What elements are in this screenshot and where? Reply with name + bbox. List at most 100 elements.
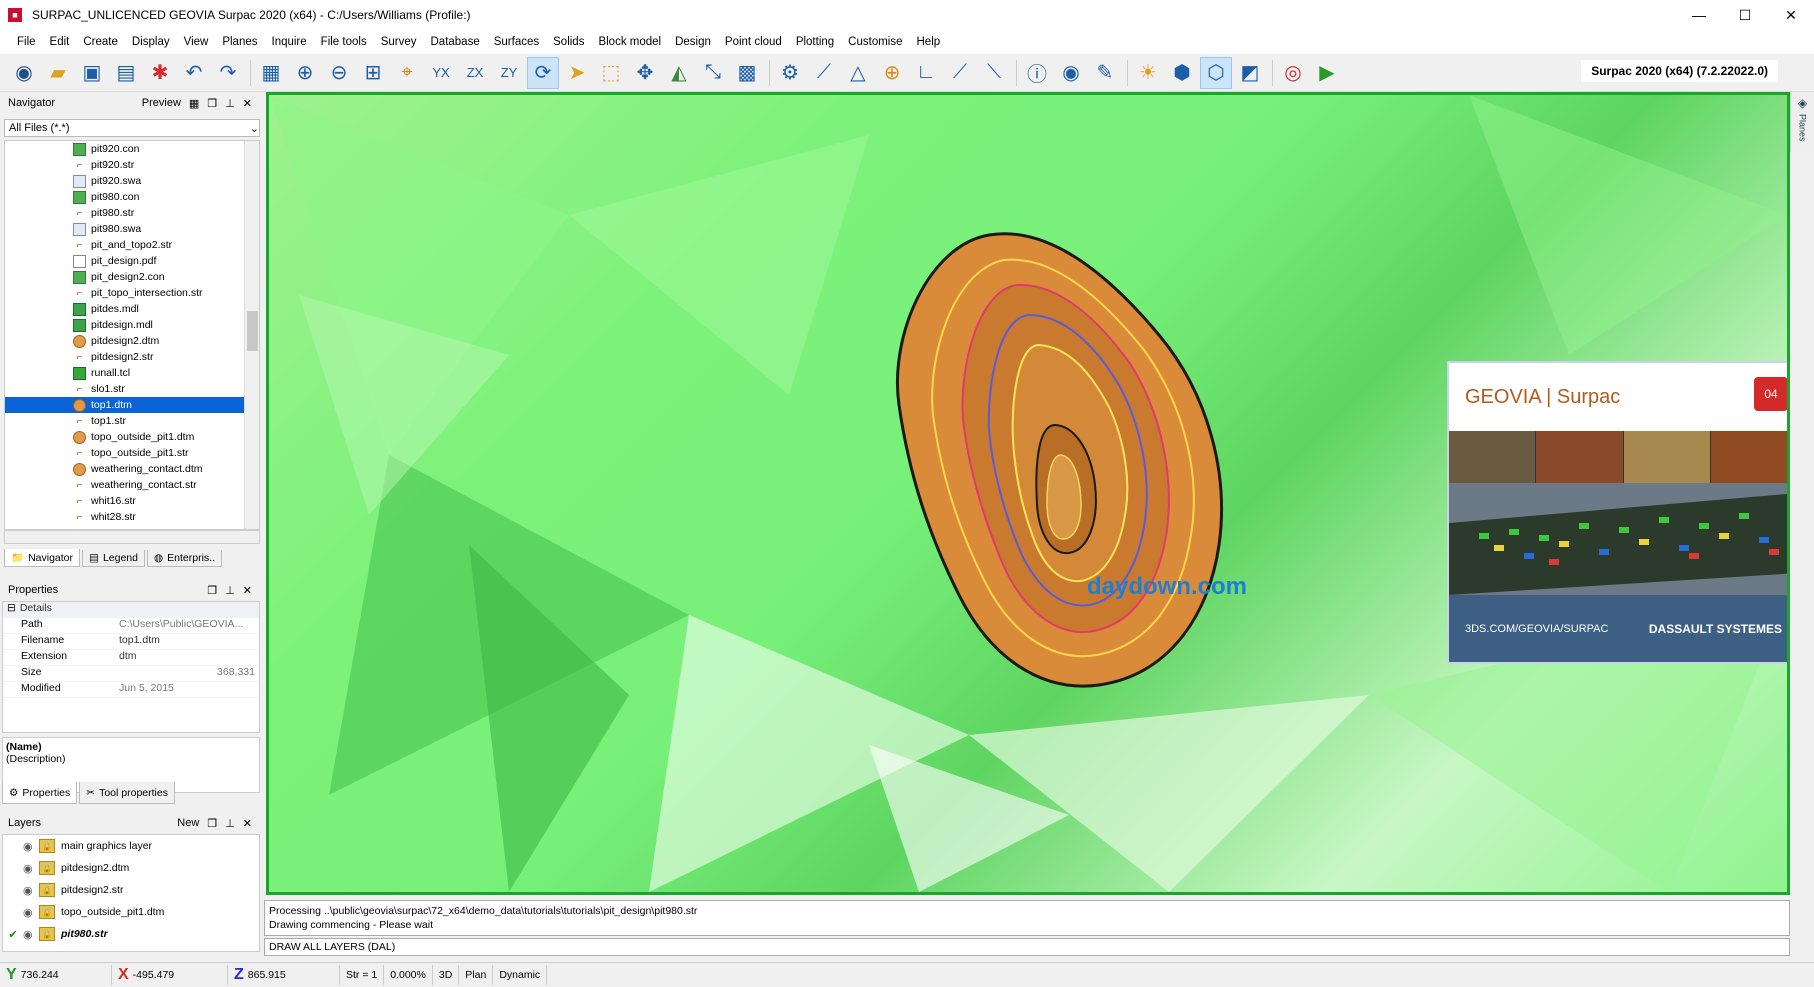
record-icon[interactable]: ◎: [1277, 57, 1309, 89]
menu-database[interactable]: Database: [424, 36, 487, 48]
file-item[interactable]: pitdesign.mdl: [5, 317, 259, 333]
terrain-icon[interactable]: ◭: [663, 57, 695, 89]
pin-icon[interactable]: ⊥: [225, 817, 235, 830]
bearing-icon[interactable]: ⟋: [944, 57, 976, 89]
file-item[interactable]: pit_design.pdf: [5, 253, 259, 269]
select-pointer-icon[interactable]: ➤: [561, 57, 593, 89]
details-section[interactable]: ⊟ Details: [3, 602, 259, 618]
menu-point-cloud[interactable]: Point cloud: [718, 36, 789, 48]
section-icon[interactable]: ◩: [1234, 57, 1266, 89]
mode-3d[interactable]: 3D: [433, 965, 460, 985]
file-item[interactable]: ⌐ slo1.str: [5, 381, 259, 397]
planes-sidebar[interactable]: ◈ Planes: [1790, 92, 1814, 152]
file-item[interactable]: pit_design2.con: [5, 269, 259, 285]
print-icon[interactable]: ▤: [110, 57, 142, 89]
preview-label[interactable]: Preview: [142, 97, 181, 110]
lock-icon[interactable]: 🔒: [39, 839, 55, 853]
menu-survey[interactable]: Survey: [374, 36, 424, 48]
float-icon[interactable]: ❐: [207, 97, 217, 110]
file-item[interactable]: runall.tcl: [5, 365, 259, 381]
light-icon[interactable]: ☀: [1132, 57, 1164, 89]
file-item[interactable]: ⌐ pit980.str: [5, 205, 259, 221]
layer-item[interactable]: ◉ 🔒 main graphics layer: [3, 835, 259, 857]
reset-graphics-icon[interactable]: ✱: [144, 57, 176, 89]
close-panel-icon[interactable]: ✕: [243, 817, 252, 830]
play-icon[interactable]: ▶: [1311, 57, 1343, 89]
view-icon[interactable]: ◉: [1055, 57, 1087, 89]
minimize-button[interactable]: —: [1676, 0, 1722, 30]
undo-icon[interactable]: ↶: [178, 57, 210, 89]
solid-icon[interactable]: ⬢: [1166, 57, 1198, 89]
command-line[interactable]: DRAW ALL LAYERS (DAL): [264, 938, 1790, 956]
settings-icon[interactable]: ⚙: [774, 57, 806, 89]
box-select-icon[interactable]: ⬚: [595, 57, 627, 89]
file-item[interactable]: pit980.swa: [5, 221, 259, 237]
visibility-eye-icon[interactable]: ◉: [23, 928, 37, 941]
lock-icon[interactable]: 🔒: [39, 927, 55, 941]
float-icon[interactable]: ❐: [207, 817, 217, 830]
zoom-in-icon[interactable]: ⊕: [289, 57, 321, 89]
dynamic-mode[interactable]: Dynamic: [493, 965, 548, 985]
preview-icon[interactable]: ▦: [189, 97, 199, 110]
menu-inquire[interactable]: Inquire: [265, 36, 314, 48]
active-check-icon[interactable]: ✔: [7, 928, 19, 941]
wireframe-icon[interactable]: ⬡: [1200, 56, 1232, 89]
menu-file[interactable]: File: [10, 36, 43, 48]
file-item[interactable]: pit920.swa: [5, 173, 259, 189]
horizontal-scrollbar[interactable]: [4, 530, 260, 544]
file-list[interactable]: pit920.con ⌐ pit920.str pit920.swa pit980.co…: [4, 140, 260, 530]
digitise-icon[interactable]: ⟋: [808, 57, 840, 89]
menu-planes[interactable]: Planes: [215, 36, 264, 48]
file-item[interactable]: ⌐ top1.str: [5, 413, 259, 429]
file-item[interactable]: weathering_contact.dtm: [5, 461, 259, 477]
run-macro-icon[interactable]: ◉: [8, 57, 40, 89]
menu-edit[interactable]: Edit: [43, 36, 77, 48]
file-item[interactable]: pitdes.mdl: [5, 301, 259, 317]
layer-item[interactable]: ◉ 🔒 pitdesign2.str: [3, 879, 259, 901]
active-check-icon[interactable]: [7, 884, 19, 896]
menu-help[interactable]: Help: [910, 36, 948, 48]
menu-view[interactable]: View: [177, 36, 216, 48]
close-panel-icon[interactable]: ✕: [243, 97, 252, 110]
table-icon[interactable]: ▩: [731, 57, 763, 89]
angle-icon[interactable]: ∟: [910, 57, 942, 89]
tab-properties[interactable]: ⚙ Properties: [2, 782, 78, 804]
layer-item[interactable]: ✔ ◉ 🔒 pit980.str: [3, 923, 259, 945]
file-item[interactable]: ⌐ topo_outside_pit1.str: [5, 445, 259, 461]
float-icon[interactable]: ❐: [207, 584, 217, 597]
menu-design[interactable]: Design: [668, 36, 718, 48]
visibility-eye-icon[interactable]: ◉: [23, 840, 37, 853]
visibility-eye-icon[interactable]: ◉: [23, 862, 37, 875]
rotate-zy-icon[interactable]: ZY: [493, 57, 525, 89]
grid-icon[interactable]: ▦: [255, 57, 287, 89]
maximize-button[interactable]: ☐: [1722, 0, 1768, 30]
new-layer-button[interactable]: New: [177, 817, 199, 830]
file-item[interactable]: ⌐ whit16.str: [5, 493, 259, 509]
info-icon[interactable]: ⓘ: [1021, 57, 1053, 89]
file-item[interactable]: ⌐ pit_and_topo2.str: [5, 237, 259, 253]
file-item[interactable]: pit920.con: [5, 141, 259, 157]
scroll-thumb[interactable]: [247, 311, 258, 351]
close-button[interactable]: ✕: [1768, 0, 1814, 30]
tab-navigator[interactable]: 📁 Navigator: [4, 549, 81, 567]
active-check-icon[interactable]: [7, 862, 19, 874]
file-item[interactable]: ⌐ whit28.str: [5, 509, 259, 525]
menu-file-tools[interactable]: File tools: [314, 36, 374, 48]
menu-plotting[interactable]: Plotting: [789, 36, 841, 48]
visibility-eye-icon[interactable]: ◉: [23, 906, 37, 919]
lock-icon[interactable]: 🔒: [39, 883, 55, 897]
file-item[interactable]: topo_outside_pit1.dtm: [5, 429, 259, 445]
slope-icon[interactable]: ⟍: [978, 57, 1010, 89]
pin-icon[interactable]: ⊥: [225, 584, 235, 597]
tab-tool-properties[interactable]: ✂ Tool properties: [79, 782, 175, 804]
file-item[interactable]: ⌐ weathering_contact.str: [5, 477, 259, 493]
target-icon[interactable]: ⌖: [391, 57, 423, 89]
add-point-icon[interactable]: ⊕: [876, 57, 908, 89]
tab-legend[interactable]: ▤ Legend: [82, 549, 145, 567]
graphics-viewport[interactable]: daydown.com GEOVIA | Surpac 04 3DS.COM/G…: [266, 92, 1790, 895]
vertical-scrollbar[interactable]: [244, 141, 259, 529]
menu-surfaces[interactable]: Surfaces: [487, 36, 546, 48]
rotate-yx-icon[interactable]: YX: [425, 57, 457, 89]
view-plan[interactable]: Plan: [459, 965, 494, 985]
redo-icon[interactable]: ↷: [212, 57, 244, 89]
